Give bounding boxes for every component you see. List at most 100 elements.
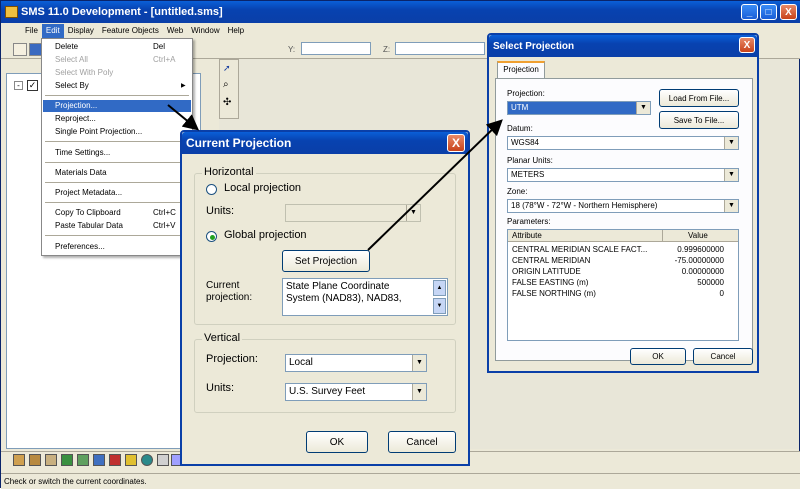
param-attribute: CENTRAL MERIDIAN [512, 256, 591, 265]
load-from-file-button[interactable]: Load From File... [659, 89, 739, 107]
projection-label: Projection: [507, 89, 545, 98]
planar-units-label: Planar Units: [507, 156, 553, 165]
datum-label: Datum: [507, 124, 533, 133]
menu-separator [45, 182, 189, 183]
zone-dropdown[interactable]: 18 (78°W - 72°W - Northern Hemisphere) ▼ [507, 199, 739, 213]
scroll-down-icon[interactable]: ▼ [433, 298, 446, 314]
menu-item-single-point-projection[interactable]: Single Point Projection... [43, 126, 191, 138]
main-title-bar[interactable]: SMS 11.0 Development - [untitled.sms] [1, 1, 800, 23]
menu-item-select-by[interactable]: Select By ▶ [43, 80, 191, 92]
module-icon-6[interactable] [93, 454, 105, 466]
module-icon-4[interactable] [61, 454, 73, 466]
menu-item-projection[interactable]: Projection... [43, 100, 191, 112]
local-projection-radio[interactable] [206, 184, 217, 195]
menu-item-materials-data[interactable]: Materials Data [43, 167, 191, 179]
globe-icon[interactable] [141, 454, 153, 466]
menu-help[interactable]: Help [224, 24, 248, 38]
save-to-file-button[interactable]: Save To File... [659, 111, 739, 129]
module-icon-1[interactable] [13, 454, 25, 466]
app-title: SMS 11.0 Development - [untitled.sms] [21, 6, 223, 18]
param-attribute: CENTRAL MERIDIAN SCALE FACT... [512, 245, 648, 254]
scroll-up-icon[interactable]: ▲ [433, 280, 446, 296]
tree-collapse-icon[interactable]: - [14, 81, 23, 90]
menu-item-reproject[interactable]: Reproject... [43, 113, 191, 125]
menu-separator [45, 95, 189, 96]
table-row[interactable]: CENTRAL MERIDIAN -75.00000000 [508, 255, 738, 266]
module-icon-3[interactable] [45, 454, 57, 466]
y-coord-field[interactable] [301, 42, 371, 55]
z-label: Z: [383, 45, 391, 54]
menu-item-project-metadata[interactable]: Project Metadata... [43, 187, 191, 199]
table-row[interactable]: CENTRAL MERIDIAN SCALE FACT... 0.99960000… [508, 244, 738, 255]
param-attribute: ORIGIN LATITUDE [512, 267, 581, 276]
menu-item-time-settings[interactable]: Time Settings... [43, 147, 191, 159]
maximize-button[interactable]: □ [760, 4, 777, 20]
dialog-title: Current Projection [186, 136, 292, 150]
ok-button[interactable]: OK [630, 348, 686, 365]
table-row[interactable]: FALSE NORTHING (m) 0 [508, 288, 738, 299]
menu-item-paste-tabular-data[interactable]: Paste Tabular Data Ctrl+V [43, 220, 191, 232]
select-projection-dialog: Select Projection X Projection Projectio… [487, 33, 759, 373]
current-projection-label: projection: [206, 292, 253, 303]
edit-menu: Delete Del Select All Ctrl+A Select With P… [41, 38, 193, 256]
menu-item-delete[interactable]: Delete Del [43, 41, 191, 53]
menu-web[interactable]: Web [163, 24, 187, 38]
units-dropdown: ▼ [285, 204, 421, 222]
chevron-down-icon: ▼ [406, 205, 420, 221]
chevron-down-icon: ▼ [412, 384, 426, 400]
menu-window[interactable]: Window [187, 24, 223, 38]
vertical-projection-dropdown[interactable]: Local ▼ [285, 354, 427, 372]
param-value: -75.00000000 [674, 256, 724, 265]
tree-checkbox[interactable]: ✓ [27, 80, 38, 91]
table-row[interactable]: ORIGIN LATITUDE 0.00000000 [508, 266, 738, 277]
value-header[interactable]: Value [688, 230, 708, 242]
pointer-tool-icon[interactable]: ➚ [223, 63, 231, 74]
close-icon[interactable]: X [447, 134, 465, 152]
attribute-header[interactable]: Attribute [512, 230, 542, 242]
menu-item-select-all: Select All Ctrl+A [55, 55, 176, 64]
close-button[interactable]: X [780, 4, 797, 20]
vertical-units-dropdown[interactable]: U.S. Survey Feet ▼ [285, 383, 427, 401]
module-icon-10[interactable] [157, 454, 169, 466]
planar-units-dropdown[interactable]: METERS ▼ [507, 168, 739, 182]
parameters-table[interactable]: Attribute Value CENTRAL MERIDIAN SCALE F… [507, 229, 739, 341]
vertical-units-label: Units: [206, 382, 235, 394]
vertical-group [194, 339, 456, 413]
rotate-tool-icon[interactable]: ✣ [223, 97, 231, 108]
current-projection-text[interactable]: State Plane Coordinate System (NAD83), N… [282, 278, 448, 316]
datum-dropdown[interactable]: WGS84 ▼ [507, 136, 739, 150]
open-icon[interactable] [13, 43, 27, 56]
current-label: Current [206, 280, 240, 291]
tab-projection[interactable]: Projection [497, 61, 545, 78]
y-label: Y: [288, 45, 296, 54]
menu-item-copy-to-clipboard[interactable]: Copy To Clipboard Ctrl+C [43, 207, 191, 219]
menu-edit[interactable]: Edit [41, 24, 64, 38]
module-icon-8[interactable] [125, 454, 137, 466]
param-value: 0.00000000 [681, 267, 724, 276]
chevron-down-icon: ▼ [724, 169, 738, 181]
menu-file[interactable]: File [21, 24, 42, 38]
chevron-down-icon: ▼ [636, 102, 650, 114]
menu-item-preferences[interactable]: Preferences... [43, 241, 191, 253]
current-projection-title-bar[interactable]: Current Projection [182, 132, 468, 154]
global-projection-label: Global projection [224, 229, 307, 241]
projection-dropdown[interactable]: UTM ▼ [507, 101, 651, 115]
cancel-button[interactable]: Cancel [388, 431, 456, 453]
select-projection-title-bar[interactable]: Select Projection [489, 35, 757, 57]
zoom-tool-icon[interactable]: ⌕ [223, 79, 229, 90]
set-projection-button[interactable]: Set Projection [282, 250, 370, 272]
menu-display[interactable]: Display [64, 24, 98, 38]
module-icon-5[interactable] [77, 454, 89, 466]
status-text: Check or switch the current coordinates. [4, 477, 147, 486]
table-row[interactable]: FALSE EASTING (m) 500000 [508, 277, 738, 288]
menu-feature-objects[interactable]: Feature Objects [98, 24, 163, 38]
module-icon-2[interactable] [29, 454, 41, 466]
global-projection-radio[interactable] [206, 231, 217, 242]
close-icon[interactable]: X [739, 37, 755, 53]
cancel-button[interactable]: Cancel [693, 348, 753, 365]
ok-button[interactable]: OK [306, 431, 368, 453]
minimize-button[interactable]: _ [741, 4, 758, 20]
module-icon-7[interactable] [109, 454, 121, 466]
z-coord-field[interactable] [395, 42, 485, 55]
app-icon [5, 6, 18, 18]
